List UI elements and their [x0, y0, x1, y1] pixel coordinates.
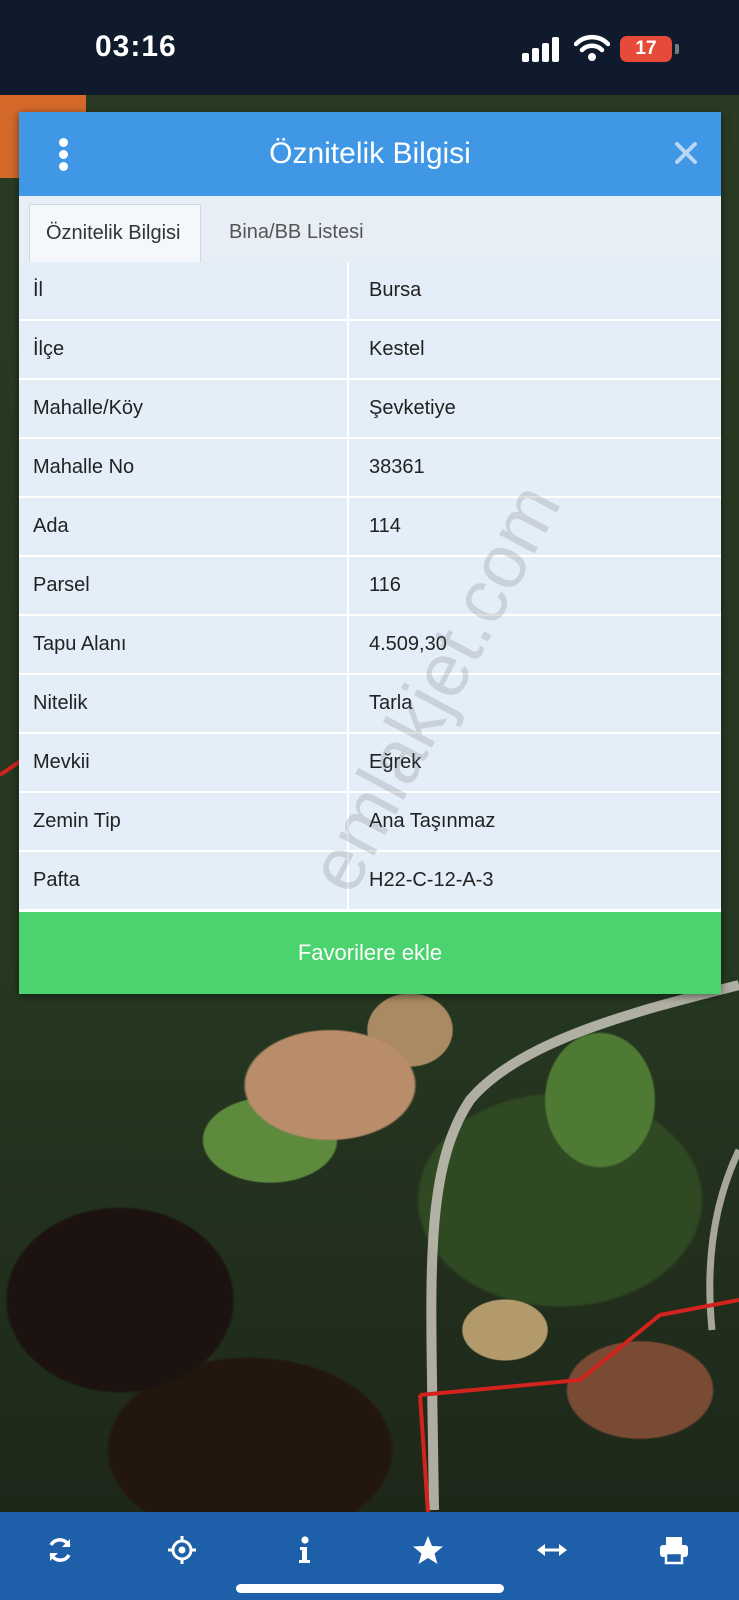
row-key: Nitelik: [19, 675, 349, 732]
locate-icon[interactable]: [164, 1532, 200, 1568]
add-to-favorites-button[interactable]: Favorilere ekle: [19, 912, 721, 994]
print-icon[interactable]: [656, 1532, 692, 1568]
status-time: 03:16: [95, 30, 177, 63]
home-indicator[interactable]: [236, 1584, 504, 1593]
battery-tip: [675, 44, 679, 54]
row-value: Bursa: [369, 279, 422, 301]
table-row: İlçe Kestel: [19, 321, 721, 380]
cellular-signal-icon: [522, 36, 562, 62]
table-row: Mevkii Eğrek: [19, 734, 721, 793]
attribute-info-dialog: Öznitelik Bilgisi Öznitelik Bilgisi Bina…: [19, 112, 721, 994]
row-value: 116: [369, 574, 401, 596]
info-icon[interactable]: [286, 1532, 322, 1568]
table-row: Parsel 116: [19, 557, 721, 616]
attribute-table: İl Bursa İlçe Kestel Mahalle/Köy Şevketiye …: [19, 262, 721, 911]
table-row: Zemin Tip Ana Taşınmaz: [19, 793, 721, 852]
table-row: Mahalle/Köy Şevketiye: [19, 380, 721, 439]
table-row: Tapu Alanı 4.509,30: [19, 616, 721, 675]
star-icon[interactable]: [410, 1532, 446, 1568]
row-value: Ana Taşınmaz: [369, 810, 496, 832]
row-value: 38361: [369, 456, 425, 478]
table-row: İl Bursa: [19, 262, 721, 321]
tab-building-list[interactable]: Bina/BB Listesi: [213, 204, 380, 262]
row-value: Tarla: [369, 692, 413, 714]
row-value: 114: [369, 515, 401, 537]
table-row: Mahalle No 38361: [19, 439, 721, 498]
row-value: Eğrek: [369, 751, 422, 773]
row-value: H22-C-12-A-3: [369, 869, 494, 891]
row-key: Mahalle/Köy: [19, 380, 349, 437]
wifi-icon: [574, 34, 610, 61]
tab-bar: Öznitelik Bilgisi Bina/BB Listesi: [19, 196, 721, 263]
tab-attribute-info[interactable]: Öznitelik Bilgisi: [29, 204, 201, 262]
row-key: İl: [19, 262, 349, 319]
status-bar: 03:16 17: [0, 0, 739, 95]
row-value: Kestel: [369, 338, 425, 360]
row-key: Mahalle No: [19, 439, 349, 496]
table-row: Nitelik Tarla: [19, 675, 721, 734]
table-row: Pafta H22-C-12-A-3: [19, 852, 721, 911]
measure-icon[interactable]: [534, 1532, 570, 1568]
row-key: Parsel: [19, 557, 349, 614]
row-key: Ada: [19, 498, 349, 555]
table-row: Ada 114: [19, 498, 721, 557]
row-key: Pafta: [19, 852, 349, 909]
row-key: Tapu Alanı: [19, 616, 349, 673]
battery-icon: 17: [620, 36, 672, 62]
row-value: Şevketiye: [369, 397, 456, 419]
close-icon[interactable]: [673, 140, 699, 166]
row-key: İlçe: [19, 321, 349, 378]
row-key: Mevkii: [19, 734, 349, 791]
dialog-header: Öznitelik Bilgisi: [19, 112, 721, 196]
row-value: 4.509,30: [369, 633, 447, 655]
row-key: Zemin Tip: [19, 793, 349, 850]
refresh-icon[interactable]: [42, 1532, 78, 1568]
dialog-title: Öznitelik Bilgisi: [269, 137, 471, 170]
